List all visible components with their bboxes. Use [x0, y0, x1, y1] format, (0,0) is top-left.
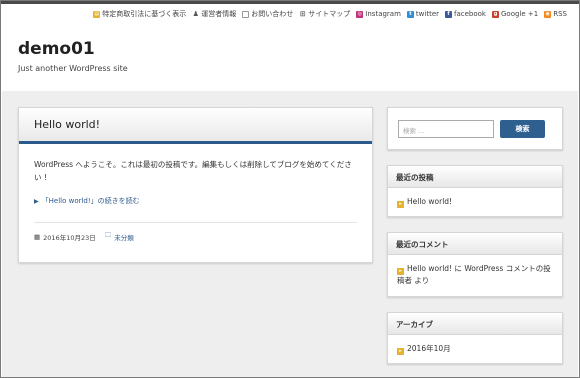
post-excerpt: WordPress へようこそ。これは最初の投稿です。編集もしくは削除してブログ… — [34, 160, 352, 182]
widget-body: ▸ Hello world! — [388, 188, 562, 216]
widget-title: 最近のコメント — [388, 233, 562, 255]
instagram-icon: ◎ — [356, 10, 364, 18]
post-date: 2016年10月23日 — [43, 233, 96, 242]
nav-item-label: facebook — [454, 10, 486, 18]
facebook-icon: f — [445, 10, 453, 18]
widget-body: ▸ Hello world! に WordPress コメントの投稿者 より — [388, 255, 562, 294]
user-icon: ♟ — [192, 9, 199, 18]
bullet-icon: ▸ — [397, 268, 404, 275]
rss-icon: ◉ — [544, 10, 552, 18]
recent-comment-link[interactable]: Hello world! に WordPress コメントの投稿者 より — [397, 264, 551, 285]
post-header: Hello world! — [19, 108, 372, 144]
recent-comments-widget: 最近のコメント ▸ Hello world! に WordPress コメントの投… — [387, 232, 563, 297]
archives-widget: アーカイブ ▸ 2016年10月 — [387, 312, 563, 364]
nav-item-label: twitter — [415, 10, 440, 18]
nav-item-facebook[interactable]: f facebook — [445, 10, 486, 18]
list-item[interactable]: ▸ Hello world! — [397, 196, 553, 208]
recent-posts-widget: 最近の投稿 ▸ Hello world! — [387, 165, 563, 217]
nav-item-sitemap[interactable]: ⊞ サイトマップ — [299, 9, 350, 19]
google-plus-icon: g — [492, 10, 499, 18]
folder-icon: 🗀 — [104, 231, 112, 239]
archive-link[interactable]: 2016年10月 — [407, 344, 451, 353]
widget-title: アーカイブ — [388, 313, 562, 335]
bar-icon: ▤ — [93, 10, 101, 18]
nav-item-label: 運営者情報 — [201, 10, 237, 18]
site-tagline: Just another WordPress site — [18, 64, 128, 73]
list-item[interactable]: ▸ Hello world! に WordPress コメントの投稿者 より — [397, 263, 553, 286]
post-card: Hello world! WordPress へようこそ。これは最初の投稿です。… — [18, 107, 373, 263]
mail-icon — [242, 10, 250, 18]
nav-item-rss[interactable]: ◉ RSS — [544, 10, 567, 18]
nav-item-label: RSS — [553, 10, 567, 18]
post-category[interactable]: 未分類 — [114, 232, 134, 242]
nav-item-instagram[interactable]: ◎ Instagram — [356, 10, 401, 18]
nav-item-contact[interactable]: お問い合わせ — [242, 9, 293, 19]
list-item[interactable]: ▸ 2016年10月 — [397, 343, 553, 355]
search-input[interactable]: 検索 ... — [398, 120, 494, 138]
post-body: WordPress へようこそ。これは最初の投稿です。編集もしくは削除してブログ… — [19, 144, 372, 208]
nav-item-google-plus[interactable]: g Google +1 — [492, 10, 538, 18]
bullet-icon: ▸ — [397, 201, 404, 208]
top-border-line — [1, 1, 579, 4]
widget-body: ▸ 2016年10月 — [388, 335, 562, 363]
post-meta: ▦ 2016年10月23日 🗀 未分類 — [19, 223, 372, 242]
nav-item-label: Instagram — [365, 10, 401, 18]
search-widget: 検索 ... 検索 — [387, 107, 563, 150]
search-button[interactable]: 検索 — [500, 120, 545, 138]
read-more-link[interactable]: ▶ 「Hello world!」の続きを読む — [34, 195, 357, 208]
nav-item-twitter[interactable]: t twitter — [406, 10, 440, 18]
calendar-icon: ▦ — [34, 232, 41, 241]
read-more-label: 「Hello world!」の続きを読む — [41, 197, 140, 205]
nav-item-label: Google +1 — [501, 10, 539, 18]
page-frame: ▤ 特定商取引法に基づく表示 ♟ 運営者情報 お問い合わせ ⊞ サイトマップ ◎… — [0, 0, 580, 378]
top-nav: ▤ 特定商取引法に基づく表示 ♟ 運営者情報 お問い合わせ ⊞ サイトマップ ◎… — [93, 9, 567, 19]
sitemap-icon: ⊞ — [299, 9, 306, 18]
nav-item-label: お問い合わせ — [251, 10, 294, 18]
widget-title: 最近の投稿 — [388, 166, 562, 188]
recent-post-link[interactable]: Hello world! — [407, 197, 452, 206]
post-title[interactable]: Hello world! — [34, 118, 372, 131]
nav-item-label: サイトマップ — [308, 10, 351, 18]
nav-item-tokutei[interactable]: ▤ 特定商取引法に基づく表示 — [93, 9, 186, 19]
bullet-icon: ▸ — [397, 348, 404, 355]
twitter-icon: t — [406, 10, 414, 18]
nav-item-label: 特定商取引法に基づく表示 — [102, 10, 187, 18]
site-title[interactable]: demo01 — [18, 39, 95, 59]
triangle-right-icon: ▶ — [34, 198, 39, 205]
nav-item-operator[interactable]: ♟ 運営者情報 — [192, 9, 237, 19]
